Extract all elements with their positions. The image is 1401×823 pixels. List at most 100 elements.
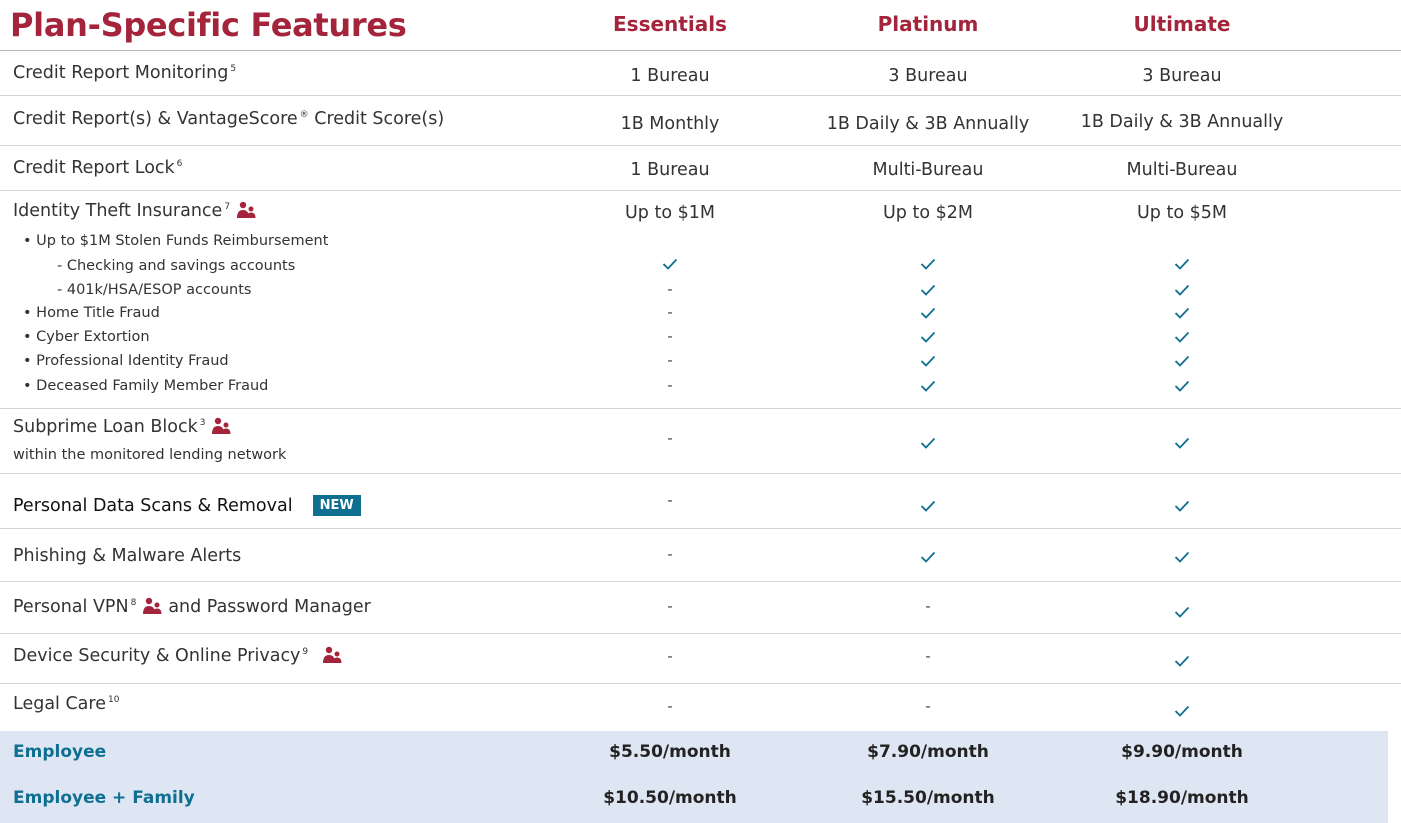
label-text: Device Security & Online Privacy bbox=[13, 646, 301, 666]
pricing-label-family: Employee + Family bbox=[13, 788, 195, 808]
table-row: Credit Report(s) & VantageScore ® Credit … bbox=[0, 96, 1401, 146]
cell-essentials: - bbox=[667, 305, 673, 321]
cell-essentials: - bbox=[667, 431, 673, 447]
row-label: Credit Report Lock 6 bbox=[13, 158, 182, 178]
price-platinum: $7.90/month bbox=[867, 742, 989, 762]
detail-label: • Professional Identity Fraud bbox=[23, 353, 229, 369]
cell-essentials: - bbox=[667, 353, 673, 369]
cell-platinum bbox=[798, 329, 1058, 349]
footnote: 8 bbox=[130, 598, 137, 609]
label-text: Legal Care bbox=[13, 694, 106, 714]
family-icon bbox=[143, 597, 162, 614]
check-icon bbox=[920, 284, 936, 296]
check-icon bbox=[1174, 500, 1190, 512]
plan-header-platinum: Platinum bbox=[877, 12, 979, 36]
family-icon bbox=[323, 646, 342, 663]
label-text: Credit Report Monitoring bbox=[13, 63, 229, 83]
cell-ultimate bbox=[1052, 305, 1312, 325]
check-icon bbox=[1174, 284, 1190, 296]
check-icon bbox=[1174, 606, 1190, 618]
table-row: Phishing & Malware Alerts - bbox=[0, 529, 1401, 582]
detail-label: • Deceased Family Member Fraud bbox=[23, 378, 269, 394]
table-header: Plan-Specific Features Essentials Platin… bbox=[0, 0, 1401, 51]
cell-essentials: - bbox=[667, 547, 673, 563]
plan-header-ultimate: Ultimate bbox=[1133, 12, 1231, 36]
check-icon bbox=[920, 258, 936, 270]
check-icon bbox=[1174, 307, 1190, 319]
check-icon bbox=[1174, 437, 1190, 449]
label-tail: and Password Manager bbox=[168, 597, 371, 617]
label-text: Credit Report(s) & VantageScore bbox=[13, 109, 298, 129]
table-row: Credit Report Monitoring 5 1 Bureau 3 Bur… bbox=[0, 51, 1401, 96]
label-text: Subprime Loan Block bbox=[13, 417, 198, 437]
table-row: Subprime Loan Block 3 within the monitore… bbox=[0, 409, 1401, 474]
table-row: Personal VPN 8 and Password Manager - - bbox=[0, 582, 1401, 634]
check-icon bbox=[1174, 258, 1190, 270]
cell-ultimate bbox=[1052, 435, 1312, 455]
cell-ultimate bbox=[1052, 653, 1312, 673]
cell-essentials: - bbox=[667, 599, 673, 615]
new-badge: NEW bbox=[312, 495, 361, 516]
row-label: Credit Report Monitoring 5 bbox=[13, 63, 236, 83]
check-icon bbox=[920, 355, 936, 367]
price-platinum: $15.50/month bbox=[861, 788, 995, 808]
check-icon bbox=[1174, 331, 1190, 343]
cell-platinum bbox=[798, 498, 1058, 518]
table-row: Identity Theft Insurance 7 Up to $1M Up t… bbox=[0, 191, 1401, 409]
label-text: Personal VPN bbox=[13, 597, 129, 617]
cell-platinum: - bbox=[925, 599, 931, 615]
cell-essentials: - bbox=[667, 282, 673, 298]
row-label: Identity Theft Insurance 7 bbox=[13, 201, 256, 221]
check-icon bbox=[920, 331, 936, 343]
price-essentials: $10.50/month bbox=[603, 788, 737, 808]
check-icon bbox=[1174, 655, 1190, 667]
cell-essentials: 1 Bureau bbox=[630, 66, 710, 86]
table-row: Legal Care 10 - - bbox=[0, 684, 1401, 730]
label-text: Personal Data Scans & Removal bbox=[13, 496, 293, 516]
cell-ultimate: Up to $5M bbox=[1137, 203, 1227, 223]
check-icon bbox=[920, 380, 936, 392]
cell-platinum: 3 Bureau bbox=[888, 66, 968, 86]
cell-essentials: - bbox=[667, 649, 673, 665]
detail-label: • Cyber Extortion bbox=[23, 329, 150, 345]
detail-label: - 401k/HSA/ESOP accounts bbox=[57, 282, 252, 298]
cell-platinum bbox=[798, 353, 1058, 373]
footnote: 3 bbox=[199, 418, 206, 429]
cell-platinum bbox=[798, 549, 1058, 569]
check-icon bbox=[920, 500, 936, 512]
cell-ultimate bbox=[1052, 703, 1312, 723]
cell-essentials: - bbox=[667, 699, 673, 715]
row-label: Device Security & Online Privacy 9 bbox=[13, 646, 342, 666]
check-icon bbox=[1174, 705, 1190, 717]
check-icon bbox=[1174, 355, 1190, 367]
footnote: 5 bbox=[230, 64, 237, 75]
cell-platinum: Multi-Bureau bbox=[872, 160, 984, 180]
cell-ultimate bbox=[1052, 498, 1312, 518]
cell-platinum: 1B Daily & 3B Annually bbox=[826, 114, 1030, 134]
label-text: Credit Report Lock bbox=[13, 158, 175, 178]
row-label: Subprime Loan Block 3 bbox=[13, 417, 231, 437]
page-title: Plan-Specific Features bbox=[10, 6, 407, 44]
cell-platinum bbox=[798, 378, 1058, 398]
cell-essentials bbox=[540, 256, 800, 276]
cell-ultimate bbox=[1052, 378, 1312, 398]
row-label: Legal Care 10 bbox=[13, 694, 119, 714]
detail-label: • Home Title Fraud bbox=[23, 305, 160, 321]
detail-label: • Up to $1M Stolen Funds Reimbursement bbox=[23, 233, 329, 249]
check-icon bbox=[1174, 551, 1190, 563]
cell-essentials: 1 Bureau bbox=[630, 160, 710, 180]
cell-essentials: 1B Monthly bbox=[620, 114, 720, 134]
check-icon bbox=[920, 551, 936, 563]
price-ultimate: $9.90/month bbox=[1121, 742, 1243, 762]
cell-essentials: Up to $1M bbox=[625, 203, 715, 223]
cell-essentials: - bbox=[667, 329, 673, 345]
cell-essentials: - bbox=[667, 493, 673, 509]
cell-essentials: - bbox=[667, 378, 673, 394]
cell-platinum: - bbox=[925, 699, 931, 715]
family-icon bbox=[212, 417, 231, 434]
label-tail: Credit Score(s) bbox=[308, 109, 445, 129]
row-label: Personal VPN 8 and Password Manager bbox=[13, 597, 371, 617]
check-icon bbox=[1174, 380, 1190, 392]
row-label: Phishing & Malware Alerts bbox=[13, 546, 242, 566]
footnote: 6 bbox=[176, 159, 183, 170]
